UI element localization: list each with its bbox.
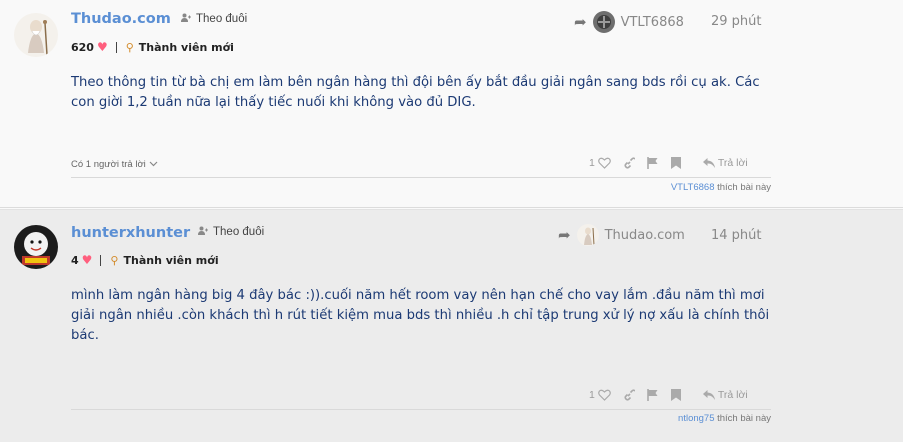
reply-label: Trả lời	[717, 389, 748, 401]
bookmark-icon[interactable]	[670, 389, 681, 401]
person-plus-icon	[181, 13, 192, 25]
like-button[interactable]: 1	[589, 389, 611, 401]
divider	[71, 409, 771, 410]
reply-arrow-icon: ➦	[558, 226, 571, 244]
follow-button[interactable]: Theo đuôi	[198, 226, 264, 238]
post-item: hunterxhunter Theo đuôi 4 ♥ ⚲ Thành viên…	[0, 209, 903, 442]
liked-by: ntlong75 thích bài này	[678, 413, 771, 424]
follow-label: Theo đuôi	[213, 226, 265, 238]
post-actions: 1 Trả lời	[589, 157, 748, 169]
user-stats: 620 ♥ ⚲ Thành viên mới	[71, 40, 234, 54]
rank-label: Thành viên mới	[123, 253, 219, 267]
liked-by-suffix: thích bài này	[717, 413, 771, 424]
divider	[71, 177, 771, 178]
avatar[interactable]	[14, 13, 58, 57]
liked-by-user[interactable]: ntlong75	[678, 413, 714, 424]
divider	[115, 41, 117, 53]
post-actions: 1 Trả lời	[589, 389, 748, 401]
reply-arrow-icon: ➦	[574, 13, 587, 31]
replies-toggle[interactable]: Có 1 người trả lời	[71, 159, 158, 170]
post-time[interactable]: 14 phút	[711, 228, 762, 243]
reply-to-avatar	[592, 11, 615, 33]
reply-to-username[interactable]: Thudao.com	[605, 228, 685, 243]
replies-toggle-label: Có 1 người trả lời	[71, 159, 146, 170]
user-stats: 4 ♥ ⚲ Thành viên mới	[71, 253, 219, 267]
flag-icon[interactable]	[647, 157, 659, 169]
liked-by-suffix: thích bài này	[717, 182, 771, 193]
like-count: 1	[589, 157, 595, 169]
points-count: 620	[71, 40, 94, 54]
flag-icon[interactable]	[647, 389, 659, 401]
liked-by-user[interactable]: VTLT6868	[671, 182, 715, 193]
reply-to-indicator[interactable]: ➦ VTLT6868	[574, 11, 684, 33]
link-icon[interactable]	[623, 157, 635, 169]
reply-to-indicator[interactable]: ➦ Thudao.com	[558, 224, 685, 246]
reply-button[interactable]: Trả lời	[702, 389, 748, 401]
rank-badge-icon: ⚲	[125, 40, 134, 54]
heart-outline-icon	[597, 389, 611, 401]
liked-by: VTLT6868 thích bài này	[671, 182, 771, 193]
username[interactable]: hunterxhunter	[71, 225, 190, 241]
chevron-down-icon	[149, 159, 158, 170]
rank-badge-icon: ⚲	[110, 253, 119, 267]
post-item: Thudao.com Theo đuôi 620 ♥ ⚲ Thành viên …	[0, 0, 903, 208]
heart-icon: ♥	[81, 253, 93, 267]
post-time[interactable]: 29 phút	[711, 14, 762, 29]
reply-icon	[702, 390, 715, 400]
divider	[100, 254, 102, 266]
rank-label: Thành viên mới	[138, 40, 234, 54]
username[interactable]: Thudao.com	[71, 11, 171, 27]
reply-to-avatar	[576, 224, 599, 246]
post-body: mình làm ngân hàng big 4 đây bác :)).cuố…	[71, 288, 770, 343]
heart-icon: ♥	[96, 40, 108, 54]
reply-to-username[interactable]: VTLT6868	[621, 15, 684, 30]
reply-icon	[702, 158, 715, 168]
link-icon[interactable]	[623, 389, 635, 401]
like-button[interactable]: 1	[589, 157, 611, 169]
post-body: Theo thông tin từ bà chị em làm bên ngân…	[71, 75, 760, 110]
reply-label: Trả lời	[717, 157, 748, 169]
avatar[interactable]	[14, 225, 58, 269]
bookmark-icon[interactable]	[670, 157, 681, 169]
reply-button[interactable]: Trả lời	[702, 157, 748, 169]
follow-label: Theo đuôi	[196, 13, 248, 25]
follow-button[interactable]: Theo đuôi	[181, 13, 247, 25]
like-count: 1	[589, 389, 595, 401]
heart-outline-icon	[597, 157, 611, 169]
person-plus-icon	[198, 226, 209, 238]
points-count: 4	[71, 253, 79, 267]
